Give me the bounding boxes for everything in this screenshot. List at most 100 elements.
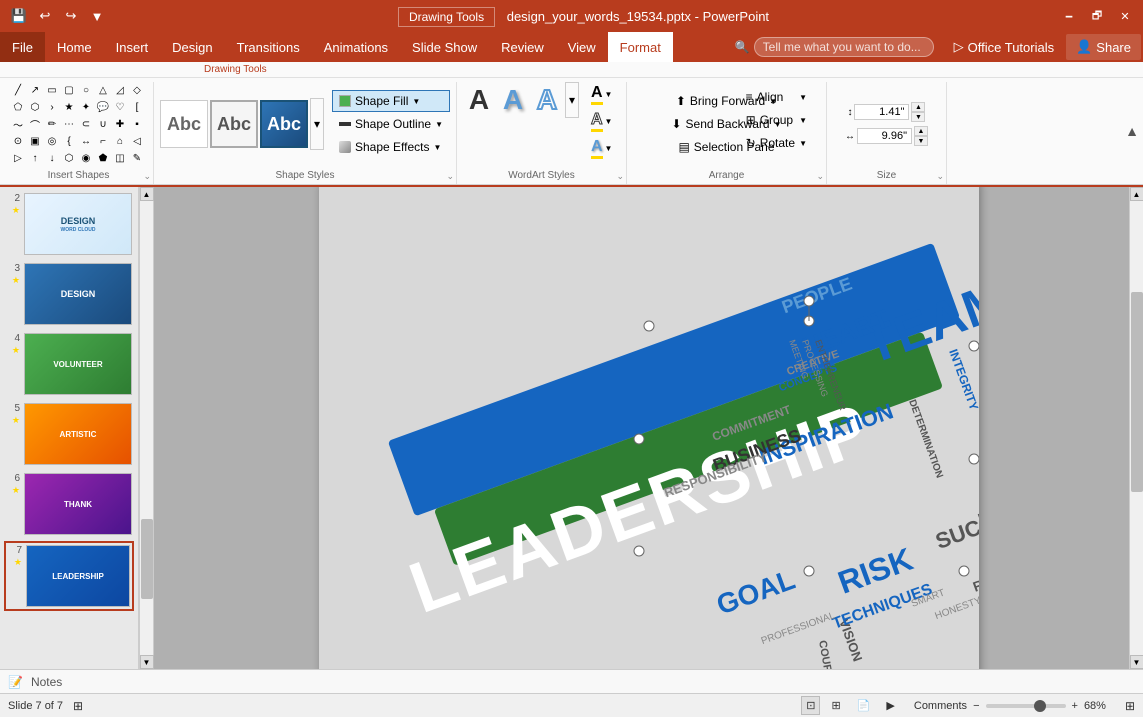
slide-thumb-2[interactable]: 2 ★ DESIGN WORD CLOUD bbox=[4, 191, 134, 257]
circle-shape[interactable]: ○ bbox=[78, 82, 94, 98]
cylinder-shape[interactable]: ⊙ bbox=[10, 133, 26, 149]
hexagon-shape[interactable]: ⬡ bbox=[27, 99, 43, 115]
canvas-scroll-down[interactable]: ▼ bbox=[1130, 655, 1143, 669]
donut-shape[interactable]: ◎ bbox=[44, 133, 60, 149]
shape-effects-button[interactable]: Shape Effects ▼ bbox=[332, 136, 450, 158]
slides-scroll-thumb[interactable] bbox=[141, 519, 153, 599]
share-button[interactable]: 👤 Share bbox=[1066, 34, 1141, 60]
text-fill-button[interactable]: A ▼ bbox=[587, 82, 616, 107]
cube-shape[interactable]: ▪ bbox=[129, 116, 145, 132]
menu-animations[interactable]: Animations bbox=[312, 32, 400, 62]
notes-label[interactable]: Notes bbox=[31, 675, 62, 689]
redo-button[interactable]: ↪ bbox=[60, 5, 82, 27]
shape-r7[interactable]: ◉ bbox=[78, 150, 94, 166]
shape-outline-button[interactable]: Shape Outline ▼ bbox=[332, 113, 450, 135]
align-dropdown-icon[interactable]: ▼ bbox=[799, 93, 807, 102]
minimize-button[interactable]: 🗕 bbox=[1059, 6, 1079, 26]
line-shape[interactable]: ╱ bbox=[10, 82, 26, 98]
size-collapse[interactable]: ⌄ bbox=[936, 171, 944, 182]
shape-styles-expand[interactable]: ▾ bbox=[310, 98, 324, 150]
width-up[interactable]: ▲ bbox=[914, 126, 928, 136]
text-outline-button[interactable]: A ▼ bbox=[587, 109, 616, 134]
arc-shape[interactable]: ⌒ bbox=[27, 116, 43, 132]
slide-show-button[interactable]: ▶ bbox=[881, 696, 899, 715]
shape-r4[interactable]: ↑ bbox=[27, 150, 43, 166]
office-tutorials-button[interactable]: ▷ Office Tutorials bbox=[944, 32, 1064, 62]
slide-sorter-button[interactable]: ⊞ bbox=[826, 696, 845, 715]
menu-slide-show[interactable]: Slide Show bbox=[400, 32, 489, 62]
rotate-dropdown-icon[interactable]: ▼ bbox=[799, 139, 807, 148]
arrange-collapse[interactable]: ⌄ bbox=[816, 171, 824, 182]
wordart-styles-expand[interactable]: ▾ bbox=[565, 82, 579, 118]
shape-fill-button[interactable]: Shape Fill ▼ bbox=[332, 90, 450, 112]
slides-scroll-track[interactable] bbox=[140, 201, 153, 655]
wordart-styles-collapse[interactable]: ⌄ bbox=[616, 171, 624, 182]
connector-shape[interactable]: ↔ bbox=[78, 133, 94, 149]
u-shape[interactable]: ∪ bbox=[95, 116, 111, 132]
shape-r6[interactable]: ⬡ bbox=[61, 150, 77, 166]
callout-shape[interactable]: 💬 bbox=[95, 99, 111, 115]
comments-label[interactable]: Comments bbox=[914, 700, 967, 712]
undo-button[interactable]: ↩ bbox=[34, 5, 56, 27]
chevron-shape[interactable]: › bbox=[44, 99, 60, 115]
menu-insert[interactable]: Insert bbox=[104, 32, 161, 62]
bracket-shape[interactable]: [ bbox=[129, 99, 145, 115]
shape-style-3[interactable]: Abc bbox=[260, 100, 308, 148]
diamond-shape[interactable]: ◇ bbox=[129, 82, 145, 98]
canvas-scroll-track[interactable] bbox=[1130, 201, 1143, 655]
zoom-slider[interactable] bbox=[986, 704, 1066, 708]
shape-outline-dropdown-icon[interactable]: ▼ bbox=[435, 120, 443, 129]
menu-view[interactable]: View bbox=[556, 32, 608, 62]
pentagon-shape[interactable]: ⬠ bbox=[10, 99, 26, 115]
brace-shape[interactable]: { bbox=[61, 133, 77, 149]
slide-thumb-5[interactable]: 5 ★ ARTISTIC bbox=[4, 401, 134, 467]
shape-effects-dropdown-icon[interactable]: ▼ bbox=[434, 143, 442, 152]
menu-format[interactable]: Format bbox=[608, 32, 673, 62]
shape-fill-dropdown-icon[interactable]: ▼ bbox=[412, 97, 420, 106]
width-down[interactable]: ▼ bbox=[914, 136, 928, 146]
group-button[interactable]: ⊞ Group ▼ bbox=[737, 109, 816, 131]
customize-qat-button[interactable]: ▼ bbox=[86, 5, 108, 27]
triangle-shape[interactable]: △ bbox=[95, 82, 111, 98]
menu-transitions[interactable]: Transitions bbox=[225, 32, 312, 62]
cross-shape[interactable]: ✚ bbox=[112, 116, 128, 132]
menu-review[interactable]: Review bbox=[489, 32, 556, 62]
shape-r8[interactable]: ⬟ bbox=[95, 150, 111, 166]
zoom-level[interactable]: 68% bbox=[1084, 700, 1119, 712]
shape-r3[interactable]: ▷ bbox=[10, 150, 26, 166]
wordart-style-outline[interactable]: A bbox=[531, 84, 563, 116]
edit-shape[interactable]: ✎ bbox=[129, 150, 145, 166]
ribbon-toggle-button[interactable]: ▲ bbox=[1125, 78, 1139, 184]
height-input[interactable] bbox=[854, 104, 909, 120]
shape-style-1[interactable]: Abc bbox=[160, 100, 208, 148]
slide-thumb-7[interactable]: 7 ★ LEADERSHIP bbox=[4, 541, 134, 611]
star4-shape[interactable]: ✦ bbox=[78, 99, 94, 115]
freeform-shape[interactable]: 〜 bbox=[10, 116, 26, 132]
slide-thumb-6[interactable]: 6 ★ THANK bbox=[4, 471, 134, 537]
rect-shape[interactable]: ▭ bbox=[44, 82, 60, 98]
shape-styles-collapse[interactable]: ⌄ bbox=[446, 171, 454, 182]
frame-shape[interactable]: ▣ bbox=[27, 133, 43, 149]
zoom-in-button[interactable]: + bbox=[1072, 700, 1078, 712]
normal-view-button[interactable]: ⊡ bbox=[801, 696, 820, 715]
height-down[interactable]: ▼ bbox=[911, 112, 925, 122]
width-input[interactable] bbox=[857, 128, 912, 144]
menu-design[interactable]: Design bbox=[160, 32, 224, 62]
menu-home[interactable]: Home bbox=[45, 32, 104, 62]
shape-r9[interactable]: ◫ bbox=[112, 150, 128, 166]
slides-scroll-down[interactable]: ▼ bbox=[140, 655, 154, 669]
slides-scroll-up[interactable]: ▲ bbox=[140, 187, 154, 201]
more-shapes[interactable]: ⋯ bbox=[61, 116, 77, 132]
slide-thumb-4[interactable]: 4 ★ VOLUNTEER bbox=[4, 331, 134, 397]
align-button[interactable]: ≡ Align ▼ bbox=[737, 86, 816, 108]
right-triangle-shape[interactable]: ◿ bbox=[112, 82, 128, 98]
arrow-shape[interactable]: ↗ bbox=[27, 82, 43, 98]
restore-button[interactable]: 🗗 bbox=[1087, 6, 1107, 26]
close-button[interactable]: ✕ bbox=[1115, 6, 1135, 26]
menu-file[interactable]: File bbox=[0, 32, 45, 62]
save-button[interactable]: 💾 bbox=[8, 5, 30, 27]
scribble-shape[interactable]: ✏ bbox=[44, 116, 60, 132]
shape-r2[interactable]: ◁ bbox=[129, 133, 145, 149]
height-up[interactable]: ▲ bbox=[911, 102, 925, 112]
shape-r5[interactable]: ↓ bbox=[44, 150, 60, 166]
